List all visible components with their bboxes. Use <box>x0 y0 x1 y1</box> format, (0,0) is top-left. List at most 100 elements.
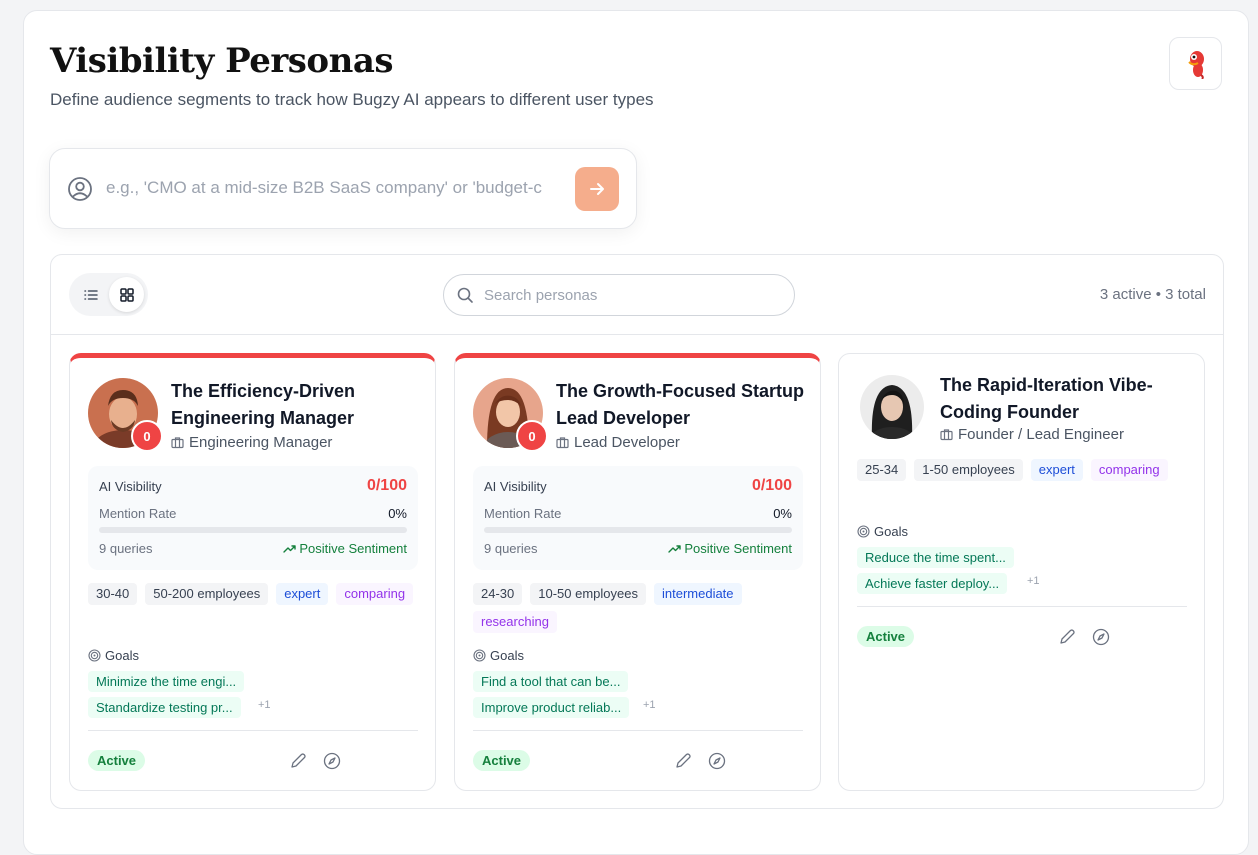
compass-icon <box>1092 628 1110 646</box>
company-size-tag: 10-50 employees <box>530 583 646 605</box>
persona-tags: 30-40 50-200 employees expert comparing <box>88 583 418 605</box>
age-tag: 24-30 <box>473 583 523 605</box>
card-divider <box>857 606 1187 607</box>
target-icon <box>88 649 101 662</box>
compass-icon <box>323 752 341 770</box>
briefcase-icon <box>940 429 953 441</box>
persona-prompt-box: e.g., 'CMO at a mid-size B2B SaaS compan… <box>49 148 637 229</box>
mention-rate-value: 0% <box>388 506 407 521</box>
page-title: Visibility Personas <box>50 41 393 81</box>
send-button[interactable] <box>575 167 619 211</box>
card-divider <box>88 730 418 731</box>
persona-card[interactable]: 0 The Efficiency-Driven Engineering Mana… <box>69 353 436 791</box>
mention-rate-bar <box>484 527 792 533</box>
briefcase-icon <box>171 437 184 449</box>
user-circle-icon <box>68 177 92 201</box>
ai-visibility-label: AI Visibility <box>99 479 162 494</box>
grid-view-button[interactable] <box>109 277 144 312</box>
stage-tag: comparing <box>1090 459 1168 481</box>
edit-button[interactable] <box>288 751 308 771</box>
search-icon <box>457 287 473 303</box>
persona-role-text: Lead Developer <box>574 434 680 451</box>
goal-chip: Standardize testing pr... <box>88 697 241 718</box>
expertise-tag: intermediate <box>653 583 742 605</box>
expertise-tag: expert <box>276 583 329 605</box>
visibility-score-badge: 0 <box>131 420 163 452</box>
goals-label: Goals <box>105 648 139 663</box>
search-placeholder: Search personas <box>484 287 598 304</box>
pencil-icon <box>291 753 306 768</box>
arrow-right-icon <box>590 183 604 195</box>
persona-role-text: Engineering Manager <box>189 434 333 451</box>
page-subtitle: Define audience segments to track how Bu… <box>50 90 654 109</box>
view-toggle <box>69 273 148 316</box>
goals-label: Goals <box>874 524 908 539</box>
persona-card[interactable]: The Rapid-Iteration Vibe-Coding Founder … <box>838 353 1205 791</box>
persona-prompt-input[interactable]: e.g., 'CMO at a mid-size B2B SaaS compan… <box>106 178 566 198</box>
age-tag: 30-40 <box>88 583 138 605</box>
company-size-tag: 50-200 employees <box>145 583 269 605</box>
sentiment-indicator: Positive Sentiment <box>668 541 792 556</box>
edit-button[interactable] <box>673 751 693 771</box>
more-goals-count: +1 <box>258 699 271 711</box>
grid-icon <box>119 287 134 302</box>
goals-heading: Goals <box>857 524 908 539</box>
target-icon <box>473 649 486 662</box>
goals-heading: Goals <box>88 648 139 663</box>
goals-label: Goals <box>490 648 524 663</box>
persona-tags: 25-34 1-50 employees expert comparing <box>857 459 1187 481</box>
more-goals-count: +1 <box>1027 575 1040 587</box>
goal-chip: Achieve faster deploy... <box>857 573 1008 594</box>
persona-role-text: Founder / Lead Engineer <box>958 426 1124 443</box>
ai-visibility-label: AI Visibility <box>484 479 547 494</box>
status-badge: Active <box>857 626 915 647</box>
goal-chip: Reduce the time spent... <box>857 547 1014 568</box>
bugzy-mascot-icon <box>1187 50 1204 79</box>
pencil-icon <box>676 753 691 768</box>
avatar <box>860 375 924 439</box>
personas-page: Visibility Personas Define audience segm… <box>23 10 1249 855</box>
more-goals-count: +1 <box>643 699 656 711</box>
list-view-button[interactable] <box>73 277 108 312</box>
query-count: 9 queries <box>99 541 153 556</box>
query-count: 9 queries <box>484 541 538 556</box>
bugzy-logo-button[interactable] <box>1169 37 1222 90</box>
persona-name: The Efficiency-Driven Engineering Manage… <box>171 381 356 428</box>
ai-visibility-panel: AI Visibility 0/100 Mention Rate 0% 9 qu… <box>473 466 803 570</box>
persona-counts: 3 active • 3 total <box>1099 286 1206 303</box>
sentiment-text: Positive Sentiment <box>684 541 792 556</box>
goal-chip: Minimize the time engi... <box>88 671 245 692</box>
persona-name: The Growth-Focused Startup Lead Develope… <box>556 381 805 428</box>
ai-visibility-panel: AI Visibility 0/100 Mention Rate 0% 9 qu… <box>88 466 418 570</box>
goal-chip: Find a tool that can be... <box>473 671 629 692</box>
target-icon <box>857 525 870 538</box>
explore-button[interactable] <box>1091 627 1111 647</box>
explore-button[interactable] <box>707 751 727 771</box>
search-personas-input[interactable]: Search personas <box>443 274 795 316</box>
persona-role: Engineering Manager <box>171 434 332 451</box>
persona-name: The Rapid-Iteration Vibe-Coding Founder <box>940 375 1153 422</box>
goal-chip: Improve product reliab... <box>473 697 630 718</box>
status-badge: Active <box>88 750 146 771</box>
explore-button[interactable] <box>322 751 342 771</box>
ai-visibility-score: 0/100 <box>751 477 792 494</box>
briefcase-icon <box>556 437 569 449</box>
pencil-icon <box>1060 629 1075 644</box>
mention-rate-label: Mention Rate <box>484 506 562 521</box>
trending-up-icon <box>668 544 682 553</box>
trending-up-icon <box>283 544 297 553</box>
personas-panel: Search personas 3 active • 3 total 0 The… <box>50 254 1224 809</box>
mention-rate-bar <box>99 527 407 533</box>
persona-role: Lead Developer <box>556 434 680 451</box>
stage-tag: researching <box>473 611 557 633</box>
persona-card[interactable]: 0 The Growth-Focused Startup Lead Develo… <box>454 353 821 791</box>
ai-visibility-score: 0/100 <box>366 477 407 494</box>
personas-toolbar: Search personas 3 active • 3 total <box>51 255 1223 335</box>
list-icon <box>83 289 98 300</box>
edit-button[interactable] <box>1057 627 1077 647</box>
persona-role: Founder / Lead Engineer <box>940 426 1124 443</box>
mention-rate-value: 0% <box>773 506 792 521</box>
company-size-tag: 1-50 employees <box>914 459 1023 481</box>
card-divider <box>473 730 803 731</box>
goals-heading: Goals <box>473 648 524 663</box>
